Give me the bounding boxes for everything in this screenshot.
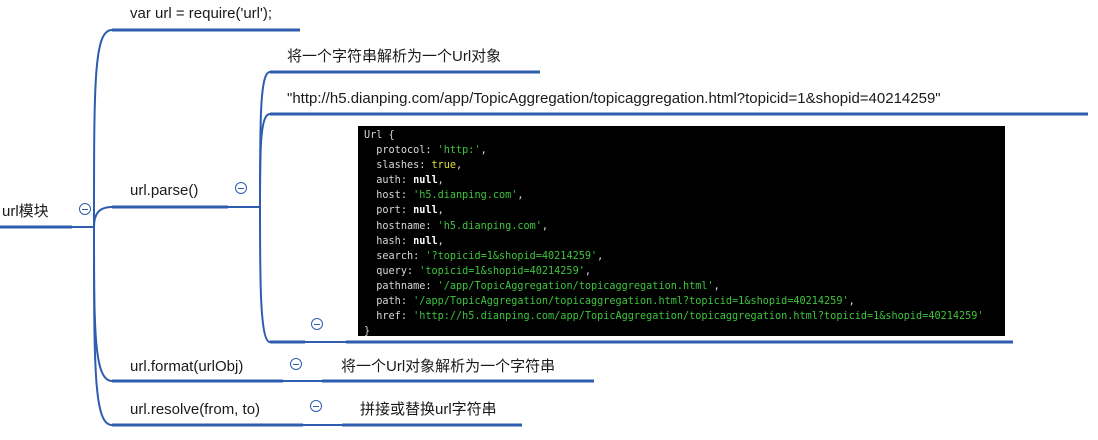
resolve-description: 拼接或替换url字符串 (360, 401, 497, 418)
parse-example-input: "http://h5.dianping.com/app/TopicAggrega… (287, 90, 941, 107)
code-key: port (376, 205, 401, 217)
code-key: search (376, 250, 414, 262)
resolve-description-node[interactable]: 拼接或替换url字符串 (360, 401, 497, 419)
connector-to-resolve (93, 226, 113, 426)
code-value: 'http://h5.dianping.com/app/TopicAggrega… (413, 311, 984, 323)
code-value: 'h5.dianping.com' (437, 220, 542, 232)
code-value: 'topicid=1&shopid=40214259' (419, 265, 585, 277)
connector-to-format (93, 226, 113, 382)
format-label: url.format(urlObj) (130, 358, 244, 375)
collapse-root-icon[interactable] (79, 203, 91, 215)
resolve-node[interactable]: url.resolve(from, to) (130, 401, 260, 419)
code-line: slashes: true, (376, 160, 463, 172)
parse-example-input-node[interactable]: "http://h5.dianping.com/app/TopicAggrega… (287, 90, 941, 108)
parse-node[interactable]: url.parse() (130, 182, 198, 200)
code-key: auth (376, 175, 401, 187)
code-value: '/app/TopicAggregation/topicaggregation.… (413, 296, 849, 308)
format-description: 将一个Url对象解析为一个字符串 (341, 358, 556, 375)
code-line: query: 'topicid=1&shopid=40214259', (376, 265, 591, 277)
code-value: true (431, 160, 457, 172)
connector-to-require (93, 29, 113, 228)
code-footer: } (364, 326, 371, 338)
code-key: protocol (376, 145, 426, 157)
root-node[interactable]: url模块 (2, 203, 49, 221)
parse-label: url.parse() (130, 182, 199, 199)
code-value: null (413, 175, 438, 187)
code-line: hostname: 'h5.dianping.com', (376, 220, 549, 232)
require-label: var url = require('url'); (130, 5, 273, 22)
parse-output-code-image: Url { protocol: 'http:', slashes: true, … (358, 126, 1005, 338)
code-line: pathname: '/app/TopicAggregation/topicag… (376, 280, 720, 292)
code-key: hostname (376, 220, 426, 232)
code-value: '/app/TopicAggregation/topicaggregation.… (437, 280, 714, 292)
code-line: path: '/app/TopicAggregation/topicaggreg… (376, 296, 855, 308)
format-node[interactable]: url.format(urlObj) (130, 358, 243, 376)
collapse-format-icon[interactable] (290, 358, 302, 370)
code-key: href (376, 311, 401, 323)
code-header: Url { (364, 130, 395, 141)
code-key: pathname (376, 280, 426, 292)
code-key: host (376, 190, 401, 202)
code-value: 'http:' (437, 145, 481, 157)
code-line: search: '?topicid=1&shopid=40214259', (376, 250, 604, 262)
root-label: url模块 (2, 203, 49, 220)
code-line: protocol: 'http:', (376, 145, 487, 157)
collapse-resolve-icon[interactable] (310, 400, 322, 412)
code-key: hash (376, 235, 401, 247)
collapse-output-icon[interactable] (311, 318, 323, 330)
code-lines: protocol: 'http:', slashes: true, auth: … (364, 143, 999, 324)
code-value: '?topicid=1&shopid=40214259' (425, 250, 598, 262)
code-key: path (376, 296, 401, 308)
code-value: null (413, 205, 438, 217)
code-line: host: 'h5.dianping.com', (376, 190, 524, 202)
require-node[interactable]: var url = require('url'); (130, 5, 272, 23)
format-description-node[interactable]: 将一个Url对象解析为一个字符串 (341, 358, 555, 376)
code-line: port: null, (376, 205, 444, 217)
code-line: href: 'http://h5.dianping.com/app/TopicA… (376, 311, 984, 323)
code-value: 'h5.dianping.com' (413, 190, 518, 202)
code-key: slashes (376, 160, 420, 172)
code-line: hash: null, (376, 235, 444, 247)
code-key: query (376, 265, 407, 277)
code-line: auth: null, (376, 175, 444, 187)
connector-to-output (259, 206, 271, 343)
parse-description: 将一个字符串解析为一个Url对象 (287, 48, 502, 65)
code-value: null (413, 235, 438, 247)
collapse-parse-icon[interactable] (235, 182, 247, 194)
resolve-label: url.resolve(from, to) (130, 401, 261, 418)
parse-description-node[interactable]: 将一个字符串解析为一个Url对象 (287, 48, 501, 66)
connector-to-parse (93, 206, 113, 228)
